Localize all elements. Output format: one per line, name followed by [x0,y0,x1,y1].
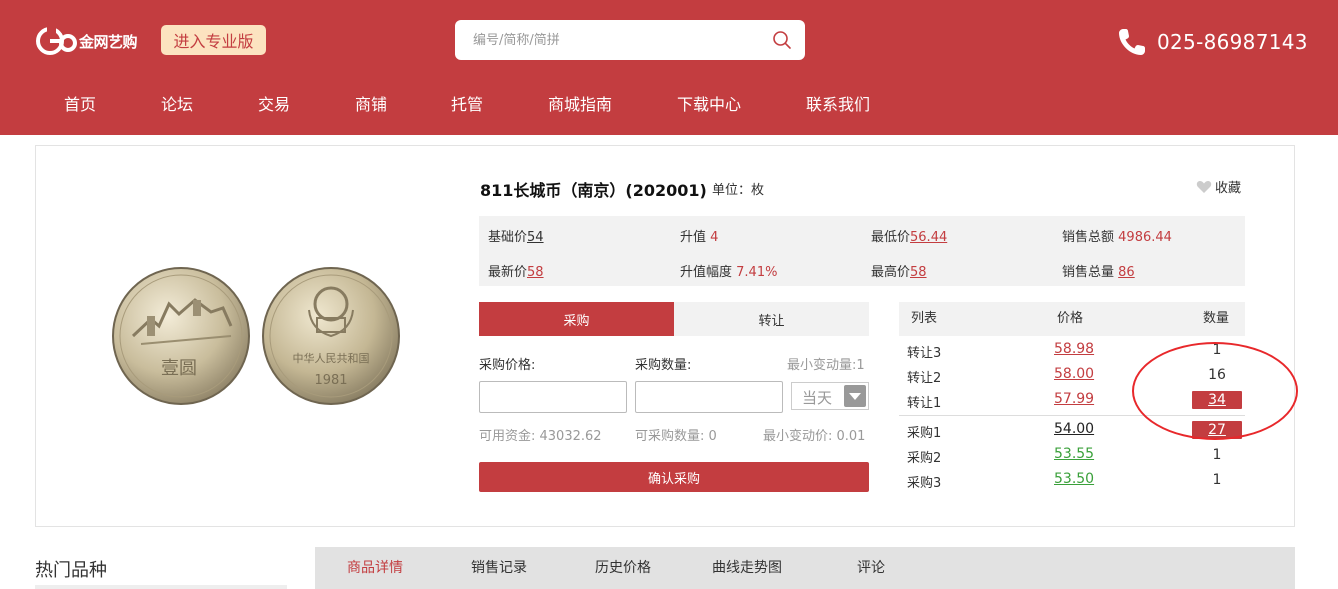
site-logo[interactable]: 金网艺购 [35,26,138,56]
bid-qty: 1 [1212,447,1222,463]
stat-high-price: 最高价58 [871,265,927,280]
top-header: 金网艺购 进入专业版 025-86987143 首页 论坛 交易 商铺 托管 商… [0,0,1338,135]
tab-trend-chart[interactable]: 曲线走势图 [712,547,782,589]
nav-custody[interactable]: 托管 [451,88,483,122]
product-panel: 壹圆 中华人民共和国 1981 811长城币（南京）(202001) 单位：枚 … [35,145,1295,527]
chevron-down-icon [844,385,866,407]
nav-shops[interactable]: 商铺 [355,88,387,122]
svg-text:1981: 1981 [314,373,347,388]
tab-price-history[interactable]: 历史价格 [595,547,651,589]
coin-front: 壹圆 [112,267,250,405]
price-input[interactable] [479,381,627,413]
logo-icon [35,26,79,56]
stat-rise: 升值 4 [680,230,719,245]
price-stats: 基础价54 升值 4 最低价56.44 销售总额 4986.44 最新价58 升… [479,216,1245,286]
coin-back: 中华人民共和国 1981 [262,267,400,405]
bid-row: 采购3 53.50 1 [899,469,1245,493]
hotline: 025-86987143 [1116,26,1308,58]
pro-version-button[interactable]: 进入专业版 [161,25,266,55]
product-unit: 单位：枚 [712,183,765,198]
nav-downloads[interactable]: 下载中心 [677,88,741,122]
main-nav: 首页 论坛 交易 商铺 托管 商城指南 下载中心 联系我们 [0,88,1000,122]
confirm-buy-button[interactable]: 确认采购 [479,462,869,492]
ask-price[interactable]: 58.98 [1054,341,1094,357]
col-qty: 数量 [1203,311,1230,326]
price-label: 采购价格: [479,358,536,373]
logo-text: 金网艺购 [79,32,138,51]
coin-image: 壹圆 中华人民共和国 1981 [111,264,411,409]
favorite-button[interactable]: 收藏 [1196,177,1241,196]
nav-forum[interactable]: 论坛 [161,88,193,122]
bid-price[interactable]: 53.50 [1054,471,1094,487]
trade-tabs: 采购 转让 [479,302,869,336]
tab-buy[interactable]: 采购 [479,302,674,336]
col-list: 列表 [911,311,938,326]
validity-select[interactable]: 当天 [791,382,869,410]
bid-price[interactable]: 53.55 [1054,446,1094,462]
bid-price[interactable]: 54.00 [1054,421,1094,437]
qty-label: 采购数量: [635,358,692,373]
nav-trade[interactable]: 交易 [258,88,290,122]
tab-product-details[interactable]: 商品详情 [347,547,403,589]
tab-comments[interactable]: 评论 [857,547,885,589]
product-title: 811长城币（南京）(202001) [480,181,707,200]
bid-row: 采购2 53.55 1 [899,444,1245,468]
svg-text:中华人民共和国: 中华人民共和国 [293,351,370,365]
bid-qty: 1 [1212,472,1222,488]
tab-sales-records[interactable]: 销售记录 [471,547,527,589]
stat-rise-pct: 升值幅度 7.41% [680,265,778,280]
nav-home[interactable]: 首页 [64,88,96,122]
order-book-header: 列表 价格 数量 [899,302,1245,336]
svg-text:壹圆: 壹圆 [161,358,197,379]
heart-icon [1196,180,1212,193]
search-box [455,20,805,60]
stat-sales-qty: 销售总量 86 [1062,265,1135,280]
ask-price[interactable]: 57.99 [1054,391,1094,407]
detail-tabs: 商品详情 销售记录 历史价格 曲线走势图 评论 [315,547,1295,589]
stat-sales-amount: 销售总额 4986.44 [1062,230,1172,245]
search-input[interactable] [473,20,763,60]
tab-transfer[interactable]: 转让 [674,302,869,336]
available-qty: 可采购数量: 0 [635,429,717,444]
hot-items-title: 热门品种 [35,560,107,581]
favorite-label: 收藏 [1215,181,1242,196]
annotation-ellipse [1132,342,1298,440]
min-change-qty: 最小变动量:1 [787,358,865,373]
available-funds: 可用资金: 43032.62 [479,429,602,444]
stat-latest-price: 最新价58 [488,265,544,280]
stat-low-price: 最低价56.44 [871,230,948,245]
nav-mall-guide[interactable]: 商城指南 [548,88,612,122]
phone-icon [1116,26,1148,58]
col-price: 价格 [1057,311,1084,326]
stat-base-price: 基础价54 [488,230,544,245]
min-change-price: 最小变动价: 0.01 [763,429,866,444]
hot-items-divider [35,585,287,589]
qty-input[interactable] [635,381,783,413]
search-icon[interactable] [772,30,792,50]
nav-contact[interactable]: 联系我们 [806,88,870,122]
phone-number: 025-86987143 [1157,30,1308,54]
ask-price[interactable]: 58.00 [1054,366,1094,382]
validity-value: 当天 [802,389,833,407]
